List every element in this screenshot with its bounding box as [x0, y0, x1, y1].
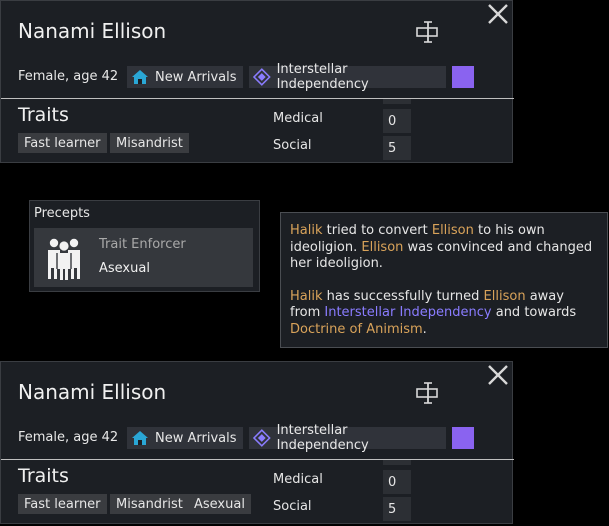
traits-title: Traits — [18, 465, 69, 487]
precepts-title: Precepts — [34, 206, 90, 221]
skill-label-social: Social — [273, 499, 312, 514]
traits-title: Traits — [18, 104, 69, 126]
divider — [1, 98, 514, 99]
skill-value-medical: 0 — [383, 109, 411, 133]
message-text: . — [422, 321, 427, 337]
precept-kind: Trait Enforcer — [99, 237, 186, 252]
colonist-name: Nanami Ellison — [18, 380, 167, 404]
trait-chip[interactable]: Misandrist — [110, 133, 189, 153]
faction-label: New Arrivals — [155, 69, 237, 85]
ideoligion-diamond-icon — [253, 68, 271, 86]
close-icon[interactable] — [485, 1, 511, 27]
skill-row-stub — [383, 460, 411, 465]
trait-chip[interactable]: Fast learner — [18, 133, 107, 153]
message-text: has successfully turned — [322, 288, 484, 304]
faction-tag[interactable]: New Arrivals — [127, 427, 243, 449]
rename-icon[interactable] — [415, 21, 441, 43]
pawn-name: Ellison — [483, 288, 526, 304]
ideoligion-name: Doctrine of Animism — [290, 321, 423, 337]
message-paragraph: Halik tried to convert Ellison to his ow… — [290, 223, 598, 273]
message-text: and towards — [491, 305, 577, 320]
ideoligion-tag[interactable]: Interstellar Independency — [249, 62, 446, 92]
colonist-card-after: Nanami Ellison Female, age 42 New Arriva… — [0, 361, 514, 524]
message-paragraph: Halik has successfully turned Ellison aw… — [290, 289, 598, 339]
colonist-name: Nanami Ellison — [18, 19, 167, 43]
conversion-message: Halik tried to convert Ellison to his ow… — [280, 212, 608, 348]
trait-chip[interactable]: Misandrist — [110, 494, 189, 514]
ideoligion-color-swatch[interactable] — [452, 427, 474, 449]
skill-value-medical: 0 — [383, 470, 411, 494]
skill-value-social: 5 — [383, 497, 411, 521]
ideoligion-color-swatch[interactable] — [452, 66, 474, 88]
colonist-card-before: Nanami Ellison Female, age 42 New Arriva… — [0, 0, 514, 163]
pawn-name: Halik — [290, 223, 323, 238]
skill-label-medical: Medical — [273, 111, 323, 126]
ideoligion-label: Interstellar Independency — [276, 62, 369, 92]
skill-value-social: 5 — [383, 136, 411, 160]
ideoligion-label: Interstellar Independency — [276, 423, 369, 453]
close-icon[interactable] — [485, 362, 511, 388]
pawn-name: Halik — [290, 288, 323, 304]
gender-age-label: Female, age 42 — [18, 430, 119, 445]
precept-people-icon — [48, 238, 80, 280]
pawn-name: Ellison — [361, 239, 404, 255]
ideoligion-diamond-icon — [253, 429, 271, 447]
precept-value: Asexual — [99, 261, 150, 276]
precepts-panel: Precepts Trait Enforcer Asexual — [29, 200, 260, 292]
pawn-name: Ellison — [431, 223, 474, 238]
faction-label: New Arrivals — [155, 430, 237, 446]
gender-age-label: Female, age 42 — [18, 69, 119, 84]
skill-label-medical: Medical — [273, 472, 323, 487]
trait-chip[interactable]: Fast learner — [18, 494, 107, 514]
trait-chip[interactable]: Asexual — [188, 494, 251, 514]
skill-row-stub — [383, 99, 411, 104]
faction-house-icon — [132, 431, 148, 445]
skill-label-social: Social — [273, 138, 312, 153]
divider — [1, 459, 514, 460]
ideoligion-name: Interstellar Independency — [324, 305, 492, 320]
ideoligion-tag[interactable]: Interstellar Independency — [249, 423, 446, 453]
rename-icon[interactable] — [415, 382, 441, 404]
message-text: tried to convert — [322, 223, 432, 238]
faction-house-icon — [132, 70, 148, 84]
faction-tag[interactable]: New Arrivals — [127, 66, 243, 88]
precept-item[interactable]: Trait Enforcer Asexual — [34, 228, 253, 287]
